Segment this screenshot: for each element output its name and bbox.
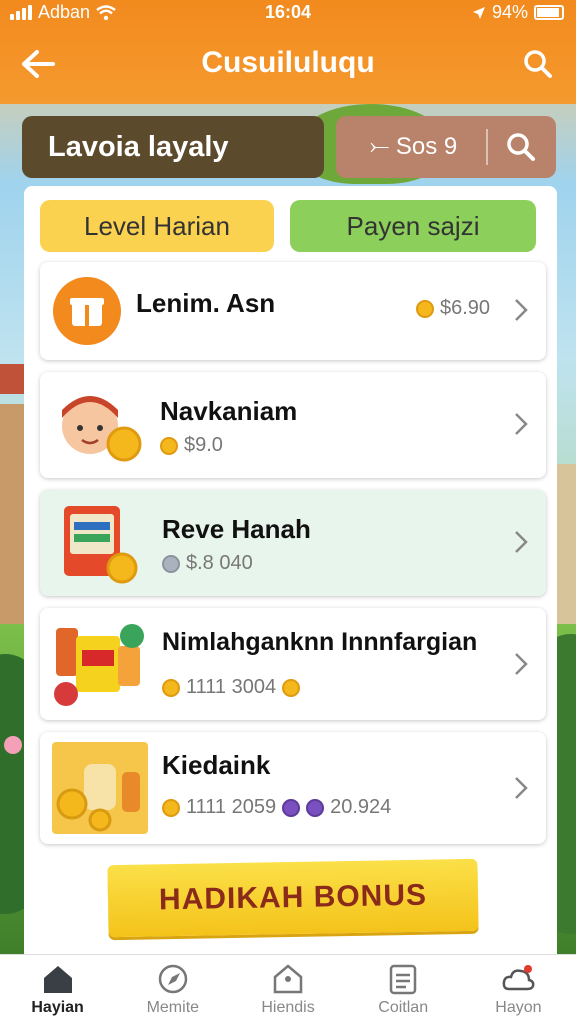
chevron-right-icon [508,768,534,808]
nav-item-hiendis[interactable]: Hiendis [230,955,345,1024]
app-bar: Cusuiluluqu [0,36,576,92]
tab-payen-sajzi[interactable]: Payen sajzi [290,200,536,252]
search-input[interactable] [22,116,324,178]
tab-level-harian[interactable]: Level Harian [40,200,274,252]
battery-percent: 94% [491,2,528,22]
list-item[interactable]: Lenim. Asn $6.90 [40,262,546,360]
chevron-right-icon [508,404,534,444]
item-name: Navkaniam [160,396,298,426]
item-price: $.8 040 [186,552,253,574]
bonus-button[interactable]: HADIKAH BONUS [107,858,479,938]
chevron-right-icon [508,290,534,330]
bottom-nav: Hayian Memite Hiendis Coitlan Hayon [0,954,576,1024]
filter-box[interactable]: ⤚ Sos 9 [336,116,556,178]
coin-icon [162,554,180,573]
jars-and-coins [52,742,148,839]
avatar-with-coin [52,382,144,473]
coin-icon [282,678,301,697]
item-name: Kiedaink [162,750,271,780]
item-price: 1111 3004 [186,676,277,698]
tag-icon [273,964,303,994]
nav-label: Hiendis [261,999,315,1016]
item-price: $9.0 [184,434,223,456]
item-name: Nimlahganknn Innnfargian [162,628,478,656]
coin-icon [160,436,178,455]
coin-icon [282,798,301,817]
app-header: Adban 16:04 94% Cusuiluluqu [0,0,576,104]
list-item[interactable]: Nimlahganknn Innnfargian 1111 3004 [40,608,546,720]
coin-icon [416,299,434,318]
home-icon [43,966,72,993]
list-item[interactable]: Kiedaink 1111 2059 20.924 [40,732,546,844]
flower-illustration [4,736,22,754]
coin-icon [306,798,325,817]
chevron-right-icon [508,522,534,562]
filter-text: ⤚ Sos 9 [370,133,458,160]
gift-box-icon [52,276,122,351]
list-item[interactable]: Reve Hanah $.8 040 [40,490,546,596]
coin-icon [162,798,180,817]
compass-icon [158,964,188,994]
chevron-right-icon [508,644,534,684]
nav-item-coitlan[interactable]: Coitlan [346,955,461,1024]
main-panel: Level Harian Payen sajzi Lenim. Asn $6.9… [24,186,557,956]
status-bar: Adban 16:04 94% [0,0,576,26]
nav-label: Hayon [495,999,542,1016]
cloud-alert-icon [503,965,535,991]
nav-label: Memite [146,999,200,1016]
nav-item-memite[interactable]: Memite [115,955,230,1024]
list-item[interactable]: Navkaniam $9.0 [40,372,546,478]
item-extra-value: 20.924 [330,796,392,818]
header-search-button[interactable] [518,44,558,84]
clipboard-icon [389,964,417,995]
item-name: Reve Hanah [162,514,311,544]
tab-bar: Level Harian Payen sajzi [40,200,536,252]
location-icon [472,6,485,19]
search-row: ⤚ Sos 9 [22,116,556,178]
nav-item-hayon[interactable]: Hayon [461,955,576,1024]
product-box-with-coin [52,498,144,593]
search-icon [507,133,535,161]
search-icon [524,50,552,78]
coin-icon [162,678,180,697]
grocery-bundle [52,616,148,717]
battery-icon [534,5,564,20]
nav-label: Coitlan [378,999,429,1016]
item-name: Lenim. Asn [136,288,276,318]
filter-search-button[interactable] [488,132,554,162]
item-price: $6.90 [440,297,491,319]
nav-item-home[interactable]: Hayian [0,955,115,1024]
nav-label: Hayian [31,999,84,1016]
item-price: 1111 2059 [186,796,277,818]
page-title: Cusuiluluqu [201,46,375,79]
